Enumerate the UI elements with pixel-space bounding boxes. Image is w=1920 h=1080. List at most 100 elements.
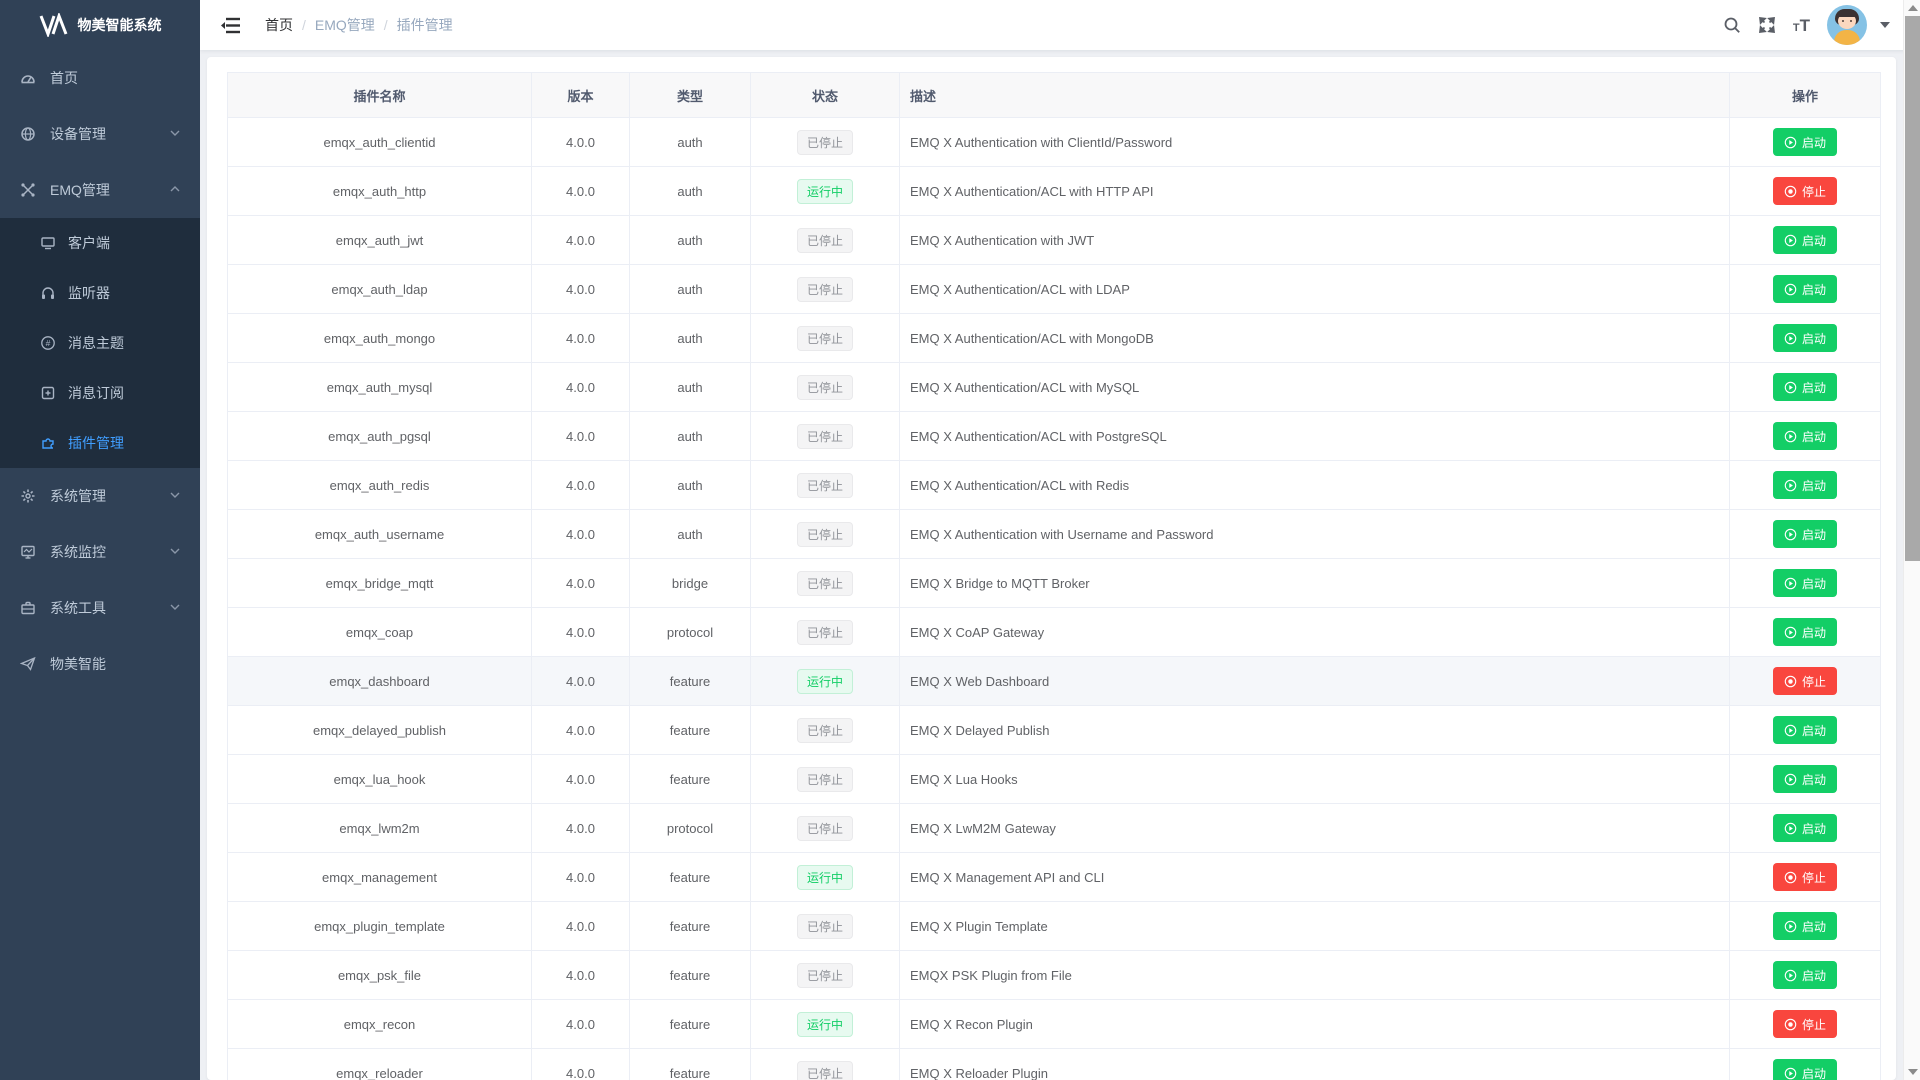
scrollbar-up-arrow[interactable] [1908, 5, 1918, 11]
table-row: emqx_recon4.0.0feature运行中EMQ X Recon Plu… [228, 1000, 1880, 1049]
type-cell: feature [630, 853, 751, 901]
description-cell: EMQ X Bridge to MQTT Broker [900, 559, 1730, 607]
version-cell: 4.0.0 [532, 216, 630, 264]
sidebar-fold-icon[interactable] [221, 17, 241, 34]
scrollbar-thumb[interactable] [1905, 16, 1920, 561]
description-cell: EMQ X Authentication/ACL with MongoDB [900, 314, 1730, 362]
plugins-card: 插件名称 版本 类型 状态 描述 操作 emqx_auth_clientid4.… [207, 57, 1896, 1080]
sidebar-item-devices[interactable]: 设备管理 [0, 106, 200, 162]
status-badge: 已停止 [797, 424, 853, 449]
status-badge: 已停止 [797, 718, 853, 743]
play-circle-icon [1784, 724, 1797, 737]
stop-plugin-button[interactable]: 停止 [1773, 1010, 1837, 1038]
description-cell: EMQ X Recon Plugin [900, 1000, 1730, 1048]
type-cell: auth [630, 167, 751, 215]
start-plugin-button[interactable]: 启动 [1773, 814, 1837, 842]
start-plugin-button[interactable]: 启动 [1773, 373, 1837, 401]
sidebar-item-label: 系统工具 [50, 598, 106, 618]
status-cell: 运行中 [751, 657, 900, 705]
action-button-label: 启动 [1802, 918, 1826, 935]
sidebar-item-plugins[interactable]: 插件管理 [0, 418, 200, 468]
type-cell: auth [630, 118, 751, 166]
col-header-version: 版本 [532, 73, 630, 117]
type-cell: auth [630, 314, 751, 362]
sidebar-item-system-monitor[interactable]: 系统监控 [0, 524, 200, 580]
start-plugin-button[interactable]: 启动 [1773, 275, 1837, 303]
status-badge: 已停止 [797, 914, 853, 939]
version-cell: 4.0.0 [532, 657, 630, 705]
play-circle-icon [1784, 136, 1797, 149]
type-cell: protocol [630, 804, 751, 852]
start-plugin-button[interactable]: 启动 [1773, 618, 1837, 646]
start-plugin-button[interactable]: 启动 [1773, 226, 1837, 254]
actions-cell: 停止 [1730, 167, 1880, 215]
type-cell: feature [630, 1000, 751, 1048]
start-plugin-button[interactable]: 启动 [1773, 716, 1837, 744]
description-cell: EMQ X Authentication/ACL with PostgreSQL [900, 412, 1730, 460]
play-circle-icon [1784, 773, 1797, 786]
stop-circle-icon [1784, 871, 1797, 884]
col-header-description: 描述 [900, 73, 1730, 117]
svg-text:#: # [46, 338, 51, 348]
status-cell: 运行中 [751, 167, 900, 215]
action-button-label: 启动 [1802, 281, 1826, 298]
table-row: emqx_psk_file4.0.0feature已停止EMQX PSK Plu… [228, 951, 1880, 1000]
description-cell: EMQ X Authentication/ACL with MySQL [900, 363, 1730, 411]
sidebar-item-emq[interactable]: EMQ管理 [0, 162, 200, 218]
start-plugin-button[interactable]: 启动 [1773, 569, 1837, 597]
plugin-name-cell: emqx_recon [228, 1000, 532, 1048]
action-button-label: 启动 [1802, 1065, 1826, 1080]
sidebar-item-wumei[interactable]: 物美智能 [0, 636, 200, 692]
start-plugin-button[interactable]: 启动 [1773, 520, 1837, 548]
start-plugin-button[interactable]: 启动 [1773, 1059, 1837, 1080]
start-plugin-button[interactable]: 启动 [1773, 324, 1837, 352]
font-size-icon[interactable]: TT [1793, 17, 1810, 34]
stop-plugin-button[interactable]: 停止 [1773, 863, 1837, 891]
sidebar-item-listeners[interactable]: 监听器 [0, 268, 200, 318]
stop-plugin-button[interactable]: 停止 [1773, 667, 1837, 695]
action-button-label: 停止 [1802, 869, 1826, 886]
start-plugin-button[interactable]: 启动 [1773, 961, 1837, 989]
version-cell: 4.0.0 [532, 608, 630, 656]
type-cell: feature [630, 902, 751, 950]
description-cell: EMQ X Authentication/ACL with HTTP API [900, 167, 1730, 215]
sidebar-item-label: 设备管理 [50, 124, 106, 144]
breadcrumb: 首页 / EMQ管理 / 插件管理 [265, 15, 453, 35]
sidebar-item-subscriptions[interactable]: 消息订阅 [0, 368, 200, 418]
version-cell: 4.0.0 [532, 167, 630, 215]
status-badge: 已停止 [797, 522, 853, 547]
scrollbar-down-arrow[interactable] [1908, 1069, 1918, 1075]
start-plugin-button[interactable]: 启动 [1773, 912, 1837, 940]
sidebar-item-home[interactable]: 首页 [0, 50, 200, 106]
table-row: emqx_auth_redis4.0.0auth已停止EMQ X Authent… [228, 461, 1880, 510]
sidebar-item-topics[interactable]: # 消息主题 [0, 318, 200, 368]
action-button-label: 停止 [1802, 1016, 1826, 1033]
type-cell: auth [630, 412, 751, 460]
breadcrumb-separator: / [302, 17, 306, 33]
play-circle-icon [1784, 528, 1797, 541]
sidebar-item-clients[interactable]: 客户端 [0, 218, 200, 268]
status-cell: 已停止 [751, 755, 900, 803]
actions-cell: 启动 [1730, 755, 1880, 803]
type-cell: auth [630, 510, 751, 558]
start-plugin-button[interactable]: 启动 [1773, 471, 1837, 499]
start-plugin-button[interactable]: 启动 [1773, 128, 1837, 156]
start-plugin-button[interactable]: 启动 [1773, 422, 1837, 450]
start-plugin-button[interactable]: 启动 [1773, 765, 1837, 793]
topic-icon: # [40, 335, 56, 351]
paper-plane-icon [20, 656, 36, 672]
version-cell: 4.0.0 [532, 804, 630, 852]
search-icon[interactable] [1723, 16, 1741, 34]
plugin-name-cell: emqx_auth_mysql [228, 363, 532, 411]
sidebar-item-system-tools[interactable]: 系统工具 [0, 580, 200, 636]
sidebar-item-system-mgmt[interactable]: 系统管理 [0, 468, 200, 524]
action-button-label: 启动 [1802, 967, 1826, 984]
type-cell: bridge [630, 559, 751, 607]
stop-plugin-button[interactable]: 停止 [1773, 177, 1837, 205]
caret-down-icon[interactable] [1880, 22, 1890, 28]
plugin-name-cell: emqx_auth_ldap [228, 265, 532, 313]
avatar[interactable] [1827, 5, 1867, 45]
breadcrumb-home[interactable]: 首页 [265, 15, 293, 35]
page-scrollbar[interactable] [1903, 0, 1920, 1080]
fullscreen-icon[interactable] [1758, 16, 1776, 34]
